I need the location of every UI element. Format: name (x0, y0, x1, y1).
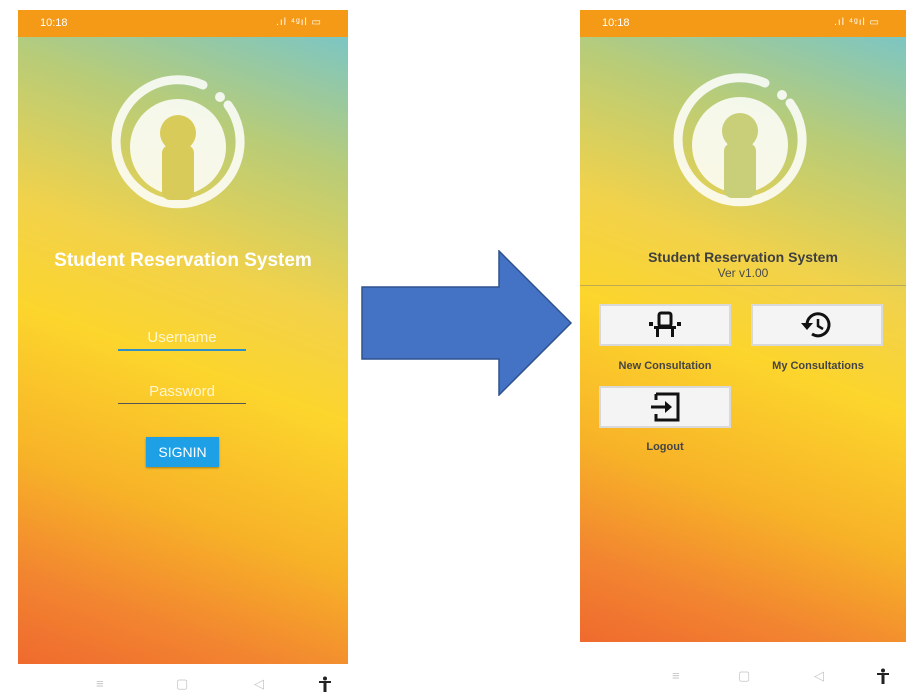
history-icon (801, 312, 831, 338)
accessibility-icon[interactable] (318, 676, 332, 696)
logout-label[interactable]: Logout (595, 441, 735, 453)
status-bar: 10:18 .ıl ⁴ᵍıl ▭ (18, 10, 348, 37)
my-consultations-button[interactable] (751, 304, 883, 346)
new-consultation-button[interactable] (599, 304, 731, 346)
back-nav-icon[interactable]: ◁ (814, 668, 824, 684)
accessibility-icon[interactable] (876, 668, 890, 688)
app-logo-icon (111, 75, 245, 209)
new-consultation-label[interactable]: New Consultation (595, 360, 735, 372)
status-bar: 10:18 .ıl ⁴ᵍıl ▭ (580, 10, 906, 37)
signin-button[interactable]: SIGNIN (146, 437, 219, 467)
app-logo-icon (673, 73, 807, 207)
menu-background: Student Reservation System Ver v1.00 New… (580, 37, 906, 642)
home-nav-icon[interactable]: ▢ (738, 668, 750, 684)
logout-icon (651, 392, 680, 422)
app-title: Student Reservation System (54, 250, 312, 271)
chair-icon (649, 311, 681, 337)
app-title: Student Reservation System (648, 249, 838, 265)
system-nav-bar-left: ≡ ▢ ◁ (18, 676, 348, 696)
transition-arrow-icon (361, 250, 573, 396)
signal-battery-icons: .ıl ⁴ᵍıl ▭ (276, 17, 322, 28)
system-nav-bar-right: ≡ ▢ ◁ (580, 668, 906, 688)
status-time: 10:18 (602, 17, 630, 29)
login-screen: 10:18 .ıl ⁴ᵍıl ▭ Student Reservation Sys… (18, 10, 348, 664)
menu-screen: 10:18 .ıl ⁴ᵍıl ▭ Student Reservation Sys… (580, 10, 906, 656)
signal-battery-icons: .ıl ⁴ᵍıl ▭ (834, 17, 880, 28)
login-background: Student Reservation System Username Pass… (18, 37, 348, 664)
logout-button[interactable] (599, 386, 731, 428)
password-field[interactable]: Password (118, 383, 246, 404)
status-time: 10:18 (40, 17, 68, 29)
menu-nav-icon[interactable]: ≡ (672, 668, 680, 683)
version-label: Ver v1.00 (717, 266, 769, 280)
username-field[interactable]: Username (118, 329, 246, 351)
header-divider (580, 285, 906, 286)
home-nav-icon[interactable]: ▢ (176, 676, 188, 692)
back-nav-icon[interactable]: ◁ (254, 676, 264, 692)
my-consultations-label[interactable]: My Consultations (748, 360, 888, 372)
